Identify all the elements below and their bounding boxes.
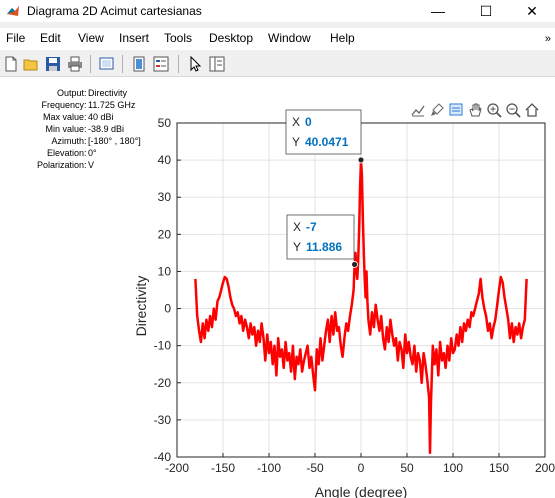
datatip-y-value: 11.886 [306,240,342,254]
y-axis-label: Directivity [133,276,149,337]
y-tick-label: 40 [158,153,172,167]
datatip-x-value: -7 [306,220,317,234]
x-tick-label: -200 [165,461,189,475]
datatip-y-label: Y [292,135,300,149]
y-tick-label: -20 [154,376,172,390]
x-tick-label: -100 [257,461,281,475]
datatip-x-value: 0 [305,115,312,129]
x-tick-label: -150 [211,461,235,475]
datatip-y-label: Y [293,240,301,254]
x-tick-label: 0 [358,461,365,475]
y-tick-label: 10 [158,264,172,278]
x-axis-label: Angle (degree) [315,484,408,498]
x-tick-label: 150 [489,461,509,475]
y-tick-label: 20 [158,227,172,241]
x-tick-label: 200 [535,461,555,475]
x-tick-label: -50 [306,461,324,475]
y-tick-label: -30 [154,413,172,427]
datatip-marker [357,156,365,164]
datatip-x-label: X [292,115,300,129]
datatip-marker [351,261,358,268]
x-axis: -200 -150 -100 -50 0 50 100 150 200 [165,453,555,475]
y-tick-label: -10 [154,339,172,353]
datatips: X 0Y 40.0471X -7Y 11.886 [285,109,365,268]
y-tick-label: 0 [164,302,171,316]
y-tick-label: 50 [158,116,172,130]
datatip-x-label: X [293,220,301,234]
y-tick-label: 30 [158,190,172,204]
x-tick-label: 50 [400,461,414,475]
x-tick-label: 100 [443,461,463,475]
datatip-y-value: 40.0471 [305,135,349,149]
directivity-plot[interactable]: -40-30-20-1001020304050 -200 -150 -100 -50 0… [0,0,555,498]
